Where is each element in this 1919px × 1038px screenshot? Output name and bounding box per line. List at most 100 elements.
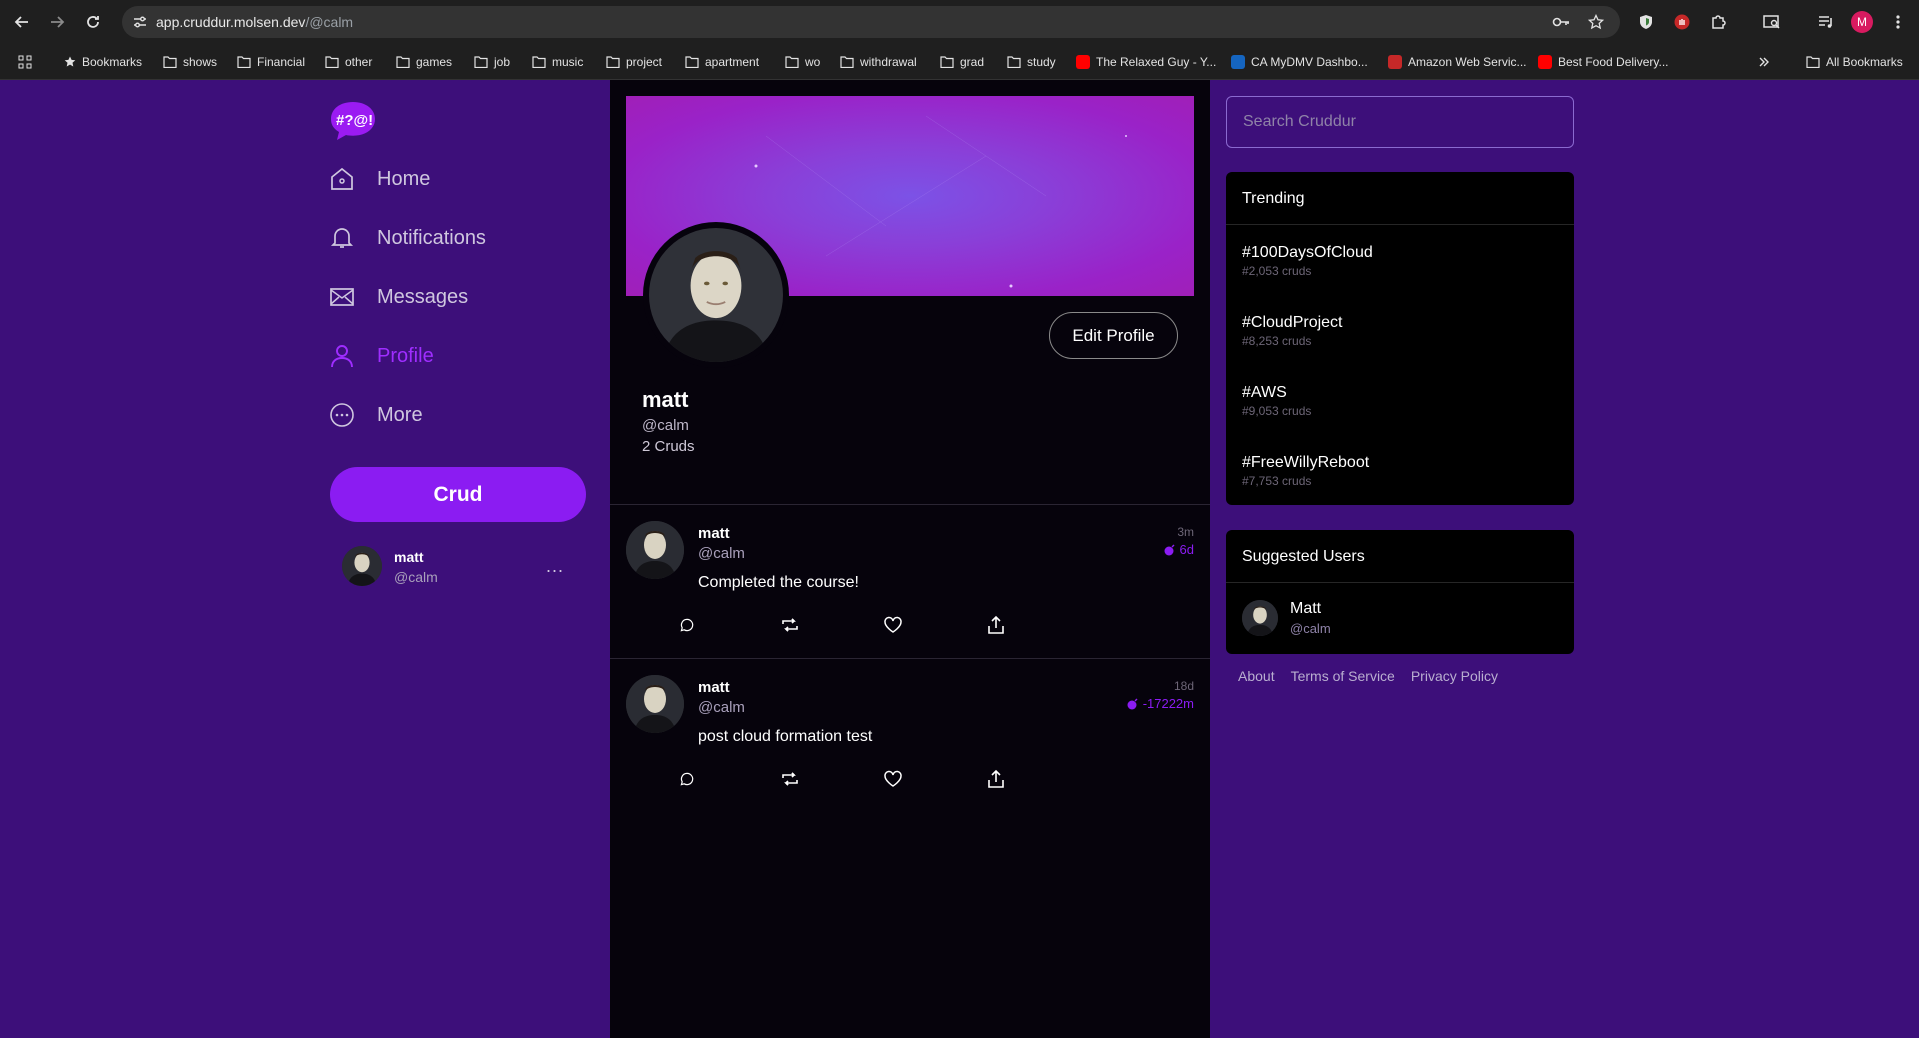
bookmark-item[interactable]: Financial: [237, 53, 305, 71]
bookmark-item[interactable]: Amazon Web Servic...: [1388, 53, 1527, 71]
trending-item[interactable]: #FreeWillyReboot #7,753 cruds: [1242, 454, 1369, 488]
trending-item[interactable]: #CloudProject #8,253 cruds: [1242, 314, 1343, 348]
folder-icon: [163, 56, 177, 68]
nav-notifications[interactable]: Notifications: [329, 225, 486, 251]
post-author-name[interactable]: matt: [698, 525, 730, 542]
profile-crud-count: 2 Cruds: [642, 438, 695, 455]
post-author-name[interactable]: matt: [698, 679, 730, 696]
media-queue-icon[interactable]: [1815, 11, 1837, 33]
footer-about-link[interactable]: About: [1238, 668, 1275, 684]
trending-item[interactable]: #AWS #9,053 cruds: [1242, 384, 1311, 418]
suggested-user-name[interactable]: Matt: [1290, 600, 1321, 618]
cruddur-logo[interactable]: #?@!: [329, 100, 377, 142]
bookmark-item[interactable]: other: [325, 53, 372, 71]
post-time: 18d: [1173, 679, 1194, 693]
post-item[interactable]: matt @calm post cloud formation test 18d…: [610, 659, 1210, 811]
trending-item[interactable]: #100DaysOfCloud #2,053 cruds: [1242, 244, 1373, 278]
nav-more-label: More: [377, 403, 423, 426]
dmv-favicon-icon: [1231, 55, 1245, 69]
post-text: post cloud formation test: [698, 728, 873, 745]
recrud-icon[interactable]: [780, 769, 800, 789]
url-host: app.cruddur.molsen.dev: [156, 14, 306, 30]
more-bookmarks-chevron-icon[interactable]: [1758, 53, 1776, 71]
bookmark-label: wo: [805, 55, 821, 69]
folder-icon: [532, 56, 546, 68]
share-icon[interactable]: [986, 769, 1006, 789]
post-expiry: -17222m: [1127, 696, 1194, 711]
apps-grid-icon[interactable]: [18, 53, 38, 71]
url-text: app.cruddur.molsen.dev/@calm: [156, 14, 353, 30]
footer-terms-link[interactable]: Terms of Service: [1291, 668, 1395, 684]
bookmark-item[interactable]: shows: [163, 53, 217, 71]
shield-extension-icon[interactable]: [1635, 11, 1657, 33]
bookmark-item[interactable]: project: [606, 53, 662, 71]
bell-icon: [329, 225, 355, 251]
trending-count: #9,053 cruds: [1242, 404, 1312, 418]
post-author-handle[interactable]: @calm: [698, 545, 745, 562]
folder-icon: [940, 56, 954, 68]
more-icon: [329, 402, 355, 428]
profile-avatar[interactable]: M: [1851, 11, 1873, 33]
reply-icon[interactable]: [677, 615, 697, 635]
footer-privacy-link[interactable]: Privacy Policy: [1411, 668, 1498, 684]
like-heart-icon[interactable]: [883, 769, 903, 789]
bookmark-item[interactable]: CA MyDMV Dashbo...: [1231, 53, 1368, 71]
share-icon[interactable]: [986, 615, 1006, 635]
bookmark-label: music: [552, 55, 584, 69]
suggested-user-handle[interactable]: @calm: [1290, 621, 1331, 636]
nav-more[interactable]: More: [329, 402, 423, 428]
post-avatar[interactable]: [626, 521, 684, 579]
bookmark-label: The Relaxed Guy - Y...: [1096, 55, 1217, 69]
suggested-user-avatar[interactable]: [1242, 600, 1278, 636]
bookmark-item[interactable]: grad: [940, 53, 984, 71]
all-bookmarks-label: All Bookmarks: [1826, 55, 1903, 69]
recrud-icon[interactable]: [780, 615, 800, 635]
youtube-favicon-icon: [1538, 55, 1552, 69]
bookmark-item[interactable]: withdrawal: [840, 53, 917, 71]
mail-icon: [329, 284, 355, 310]
bookmark-item[interactable]: games: [396, 53, 452, 71]
nav-profile[interactable]: Profile: [329, 343, 434, 369]
extensions-puzzle-icon[interactable]: [1707, 11, 1729, 33]
bookmark-item[interactable]: Bookmarks: [64, 53, 142, 71]
bookmark-item[interactable]: The Relaxed Guy - Y...: [1076, 53, 1216, 71]
kebab-menu-icon[interactable]: [1887, 11, 1909, 33]
password-key-icon[interactable]: [1552, 14, 1570, 30]
nav-home[interactable]: Home: [329, 166, 430, 192]
bookmark-star-icon[interactable]: [1588, 14, 1604, 30]
tab-search-icon[interactable]: [1761, 11, 1783, 33]
profile-avatar-large: [643, 222, 789, 368]
suggested-users-card: Suggested Users Matt @calm: [1226, 530, 1574, 654]
post-avatar[interactable]: [626, 675, 684, 733]
bookmark-item[interactable]: study: [1007, 53, 1056, 71]
nav-messages[interactable]: Messages: [329, 284, 468, 310]
forward-arrow-icon[interactable]: [46, 11, 68, 33]
bookmark-item[interactable]: music: [532, 53, 583, 71]
like-heart-icon[interactable]: [883, 615, 903, 635]
avatar: [342, 546, 382, 586]
home-icon: [329, 166, 355, 192]
bookmark-label: games: [416, 55, 453, 69]
search-input[interactable]: [1226, 96, 1574, 148]
bookmark-item[interactable]: job: [474, 53, 510, 71]
hand-extension-icon[interactable]: [1671, 11, 1693, 33]
edit-profile-button[interactable]: Edit Profile: [1049, 312, 1178, 359]
post-author-handle[interactable]: @calm: [698, 699, 745, 716]
trending-count: #7,753 cruds: [1242, 474, 1312, 488]
bookmark-item[interactable]: wo: [785, 53, 820, 71]
reload-icon[interactable]: [82, 11, 104, 33]
reply-icon[interactable]: [677, 769, 697, 789]
address-bar[interactable]: app.cruddur.molsen.dev/@calm: [122, 6, 1620, 38]
bookmark-item[interactable]: Best Food Delivery...: [1538, 53, 1668, 71]
current-user-card[interactable]: matt @calm ...: [342, 546, 582, 590]
site-settings-icon[interactable]: [132, 14, 148, 30]
back-arrow-icon[interactable]: [11, 11, 33, 33]
nav-profile-label: Profile: [377, 344, 434, 367]
bookmark-item[interactable]: apartment: [685, 53, 759, 71]
post-item[interactable]: matt @calm Completed the course! 3m 6d: [610, 505, 1210, 657]
trending-tag: #CloudProject: [1242, 314, 1343, 331]
crud-button[interactable]: Crud: [330, 467, 586, 522]
profile-handle: @calm: [642, 417, 689, 434]
user-menu-dots-icon[interactable]: ...: [546, 556, 564, 577]
all-bookmarks-folder[interactable]: All Bookmarks: [1806, 53, 1903, 71]
